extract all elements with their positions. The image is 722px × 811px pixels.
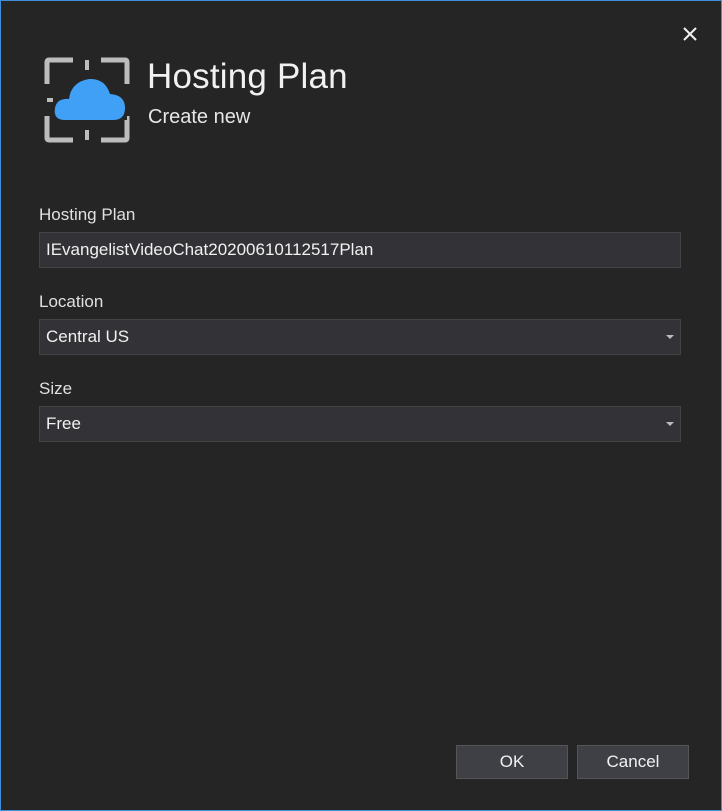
chevron-down-icon: [666, 422, 674, 426]
cloud-icon: [44, 57, 130, 143]
location-select[interactable]: Central US: [39, 319, 681, 355]
hosting-plan-label: Hosting Plan: [39, 205, 136, 224]
hosting-plan-dialog: Hosting Plan Create new Hosting Plan IEv…: [0, 0, 722, 811]
location-value: Central US: [46, 327, 130, 346]
close-icon: [683, 27, 697, 41]
close-button[interactable]: [677, 21, 703, 47]
hosting-plan-input[interactable]: IEvangelistVideoChat20200610112517Plan: [39, 232, 681, 268]
ok-button[interactable]: OK: [456, 745, 568, 779]
dialog-subtitle: Create new: [148, 106, 251, 128]
hosting-plan-value: IEvangelistVideoChat20200610112517Plan: [46, 240, 374, 259]
chevron-down-icon: [666, 335, 674, 339]
size-value: Free: [46, 414, 81, 433]
cancel-button[interactable]: Cancel: [577, 745, 689, 779]
dialog-title: Hosting Plan: [147, 57, 348, 96]
location-label: Location: [39, 292, 104, 311]
size-label: Size: [39, 379, 73, 398]
size-select[interactable]: Free: [39, 406, 681, 442]
